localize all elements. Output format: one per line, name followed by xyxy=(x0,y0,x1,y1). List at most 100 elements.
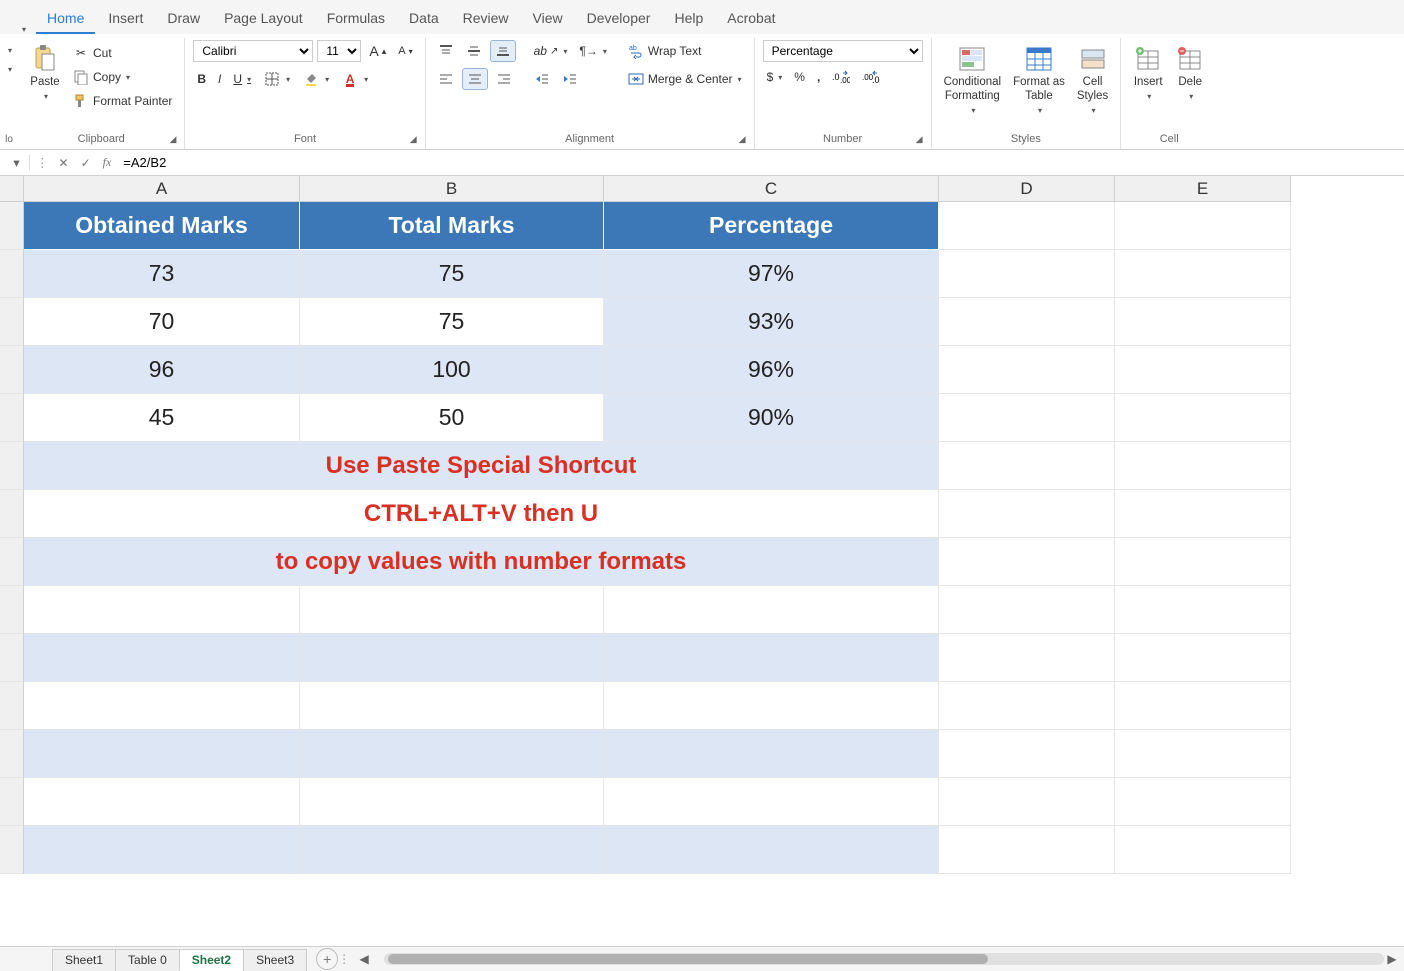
tab-view[interactable]: View xyxy=(522,4,574,34)
cell[interactable] xyxy=(604,682,939,730)
font-dialog-launcher[interactable]: ◢ xyxy=(410,134,417,145)
column-header-D[interactable]: D xyxy=(939,176,1115,202)
align-right-button[interactable] xyxy=(492,69,516,89)
row-header[interactable] xyxy=(0,202,24,250)
table-cell[interactable]: 97% xyxy=(604,250,939,298)
tab-insert[interactable]: Insert xyxy=(97,4,154,34)
percent-format-button[interactable]: % xyxy=(790,68,809,86)
cell[interactable] xyxy=(300,634,604,682)
delete-cells-button[interactable]: Dele▾ xyxy=(1171,40,1209,105)
row-header[interactable] xyxy=(0,778,24,826)
cell-styles-button[interactable]: Cell Styles▾ xyxy=(1073,40,1112,119)
table-cell[interactable]: 90% xyxy=(604,394,939,442)
cell[interactable] xyxy=(1115,826,1291,874)
cell[interactable] xyxy=(604,778,939,826)
cell[interactable] xyxy=(939,778,1115,826)
cell[interactable] xyxy=(939,202,1115,250)
tabs-leading-caret[interactable]: ▾ xyxy=(22,25,26,34)
align-left-button[interactable] xyxy=(434,69,458,89)
column-header-E[interactable]: E xyxy=(1115,176,1291,202)
cell[interactable] xyxy=(939,250,1115,298)
cell[interactable] xyxy=(24,586,300,634)
cell[interactable] xyxy=(1115,730,1291,778)
new-sheet-button[interactable]: + xyxy=(316,948,338,970)
font-size-select[interactable]: 11 xyxy=(317,40,361,62)
increase-font-button[interactable]: A▴ xyxy=(365,41,390,61)
horizontal-scrollbar[interactable] xyxy=(384,953,1384,965)
row-header[interactable] xyxy=(0,490,24,538)
copy-button[interactable]: Copy ▾ xyxy=(68,66,176,88)
format-as-table-button[interactable]: Format as Table▾ xyxy=(1009,40,1069,119)
row-header[interactable] xyxy=(0,298,24,346)
borders-button[interactable]: ▾ xyxy=(259,68,294,90)
align-bottom-button[interactable] xyxy=(490,40,516,62)
cell[interactable] xyxy=(24,634,300,682)
sheet-tab-sheet1[interactable]: Sheet1 xyxy=(52,949,116,971)
align-center-button[interactable] xyxy=(462,68,488,90)
cell[interactable] xyxy=(939,826,1115,874)
table-header[interactable]: Total Marks xyxy=(300,202,604,250)
formula-input[interactable] xyxy=(119,153,1400,172)
decrease-indent-button[interactable] xyxy=(530,69,554,89)
column-header-A[interactable]: A xyxy=(24,176,300,202)
table-header[interactable]: Percentage xyxy=(604,202,939,250)
enter-formula-button[interactable]: ✓ xyxy=(77,156,95,170)
cell[interactable] xyxy=(1115,250,1291,298)
increase-indent-button[interactable] xyxy=(558,69,582,89)
cell[interactable] xyxy=(1115,394,1291,442)
row-header[interactable] xyxy=(0,682,24,730)
cancel-formula-button[interactable]: ✕ xyxy=(55,156,73,170)
cut-button[interactable]: ✂ Cut xyxy=(68,42,176,64)
cell[interactable] xyxy=(1115,778,1291,826)
table-cell[interactable]: 73 xyxy=(24,250,300,298)
cell[interactable] xyxy=(1115,634,1291,682)
cell[interactable] xyxy=(604,730,939,778)
tab-page-layout[interactable]: Page Layout xyxy=(213,4,314,34)
cell[interactable] xyxy=(1115,586,1291,634)
decrease-font-button[interactable]: A▾ xyxy=(394,43,416,59)
table-cell[interactable]: 45 xyxy=(24,394,300,442)
fill-color-button[interactable]: ▾ xyxy=(298,68,333,90)
row-header[interactable] xyxy=(0,826,24,874)
row-header[interactable] xyxy=(0,634,24,682)
scroll-left-button[interactable]: ◀ xyxy=(356,952,372,966)
row-header[interactable] xyxy=(0,586,24,634)
name-box-dropdown[interactable]: ▾ xyxy=(4,155,30,170)
cell[interactable] xyxy=(1115,202,1291,250)
cell[interactable] xyxy=(24,730,300,778)
fx-button[interactable]: fx xyxy=(99,155,116,170)
info-merged-cell[interactable]: Use Paste Special Shortcut xyxy=(24,442,939,490)
tab-review[interactable]: Review xyxy=(452,4,520,34)
accounting-format-button[interactable]: $▾ xyxy=(763,68,787,86)
table-cell[interactable]: 70 xyxy=(24,298,300,346)
row-header[interactable] xyxy=(0,250,24,298)
cell[interactable] xyxy=(300,586,604,634)
cell[interactable] xyxy=(1115,442,1291,490)
cell[interactable] xyxy=(300,778,604,826)
tab-formulas[interactable]: Formulas xyxy=(316,4,396,34)
info-merged-cell[interactable]: CTRL+ALT+V then U xyxy=(24,490,939,538)
cell[interactable] xyxy=(939,298,1115,346)
cell[interactable] xyxy=(24,778,300,826)
column-header-C[interactable]: C xyxy=(604,176,939,202)
cell[interactable] xyxy=(939,730,1115,778)
cell[interactable] xyxy=(300,826,604,874)
cell[interactable] xyxy=(24,826,300,874)
bold-button[interactable]: B xyxy=(193,70,210,88)
select-all-corner[interactable] xyxy=(0,176,24,202)
cell[interactable] xyxy=(604,586,939,634)
row-header[interactable] xyxy=(0,394,24,442)
tab-draw[interactable]: Draw xyxy=(156,4,211,34)
ltr-button[interactable]: ¶→▾ xyxy=(575,42,610,60)
cell[interactable] xyxy=(939,394,1115,442)
sheet-tab-sheet3[interactable]: Sheet3 xyxy=(243,949,307,971)
cell[interactable] xyxy=(1115,682,1291,730)
cell[interactable] xyxy=(300,730,604,778)
sheet-tab-sheet2[interactable]: Sheet2 xyxy=(179,949,244,971)
row-header[interactable] xyxy=(0,538,24,586)
table-cell[interactable]: 100 xyxy=(300,346,604,394)
cell[interactable] xyxy=(1115,490,1291,538)
row-header[interactable] xyxy=(0,730,24,778)
tab-home[interactable]: Home xyxy=(36,4,95,34)
cell[interactable] xyxy=(939,442,1115,490)
